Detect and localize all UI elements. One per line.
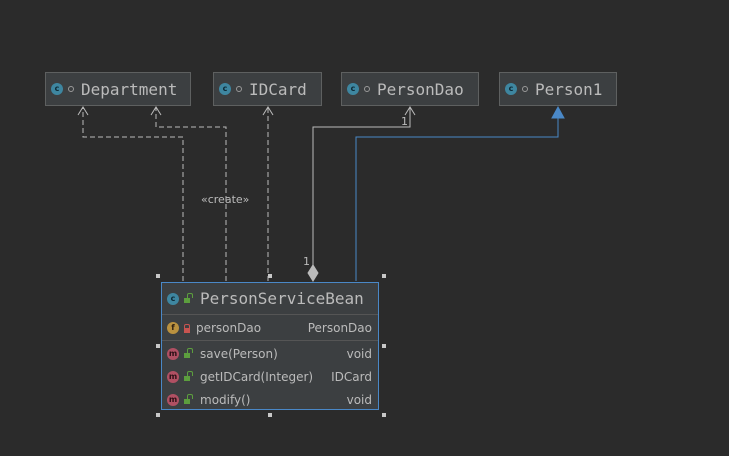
inheritance-arrowhead [551, 105, 565, 119]
create-stereotype-label: «create» [201, 193, 250, 206]
class-box-person1[interactable]: c Person1 [499, 72, 617, 106]
method-icon: m [167, 393, 179, 406]
dependency-line-department[interactable] [82, 107, 184, 281]
selection-handle-top-right[interactable] [382, 274, 386, 278]
class-box-department[interactable]: c Department [45, 72, 191, 106]
class-name: IDCard [249, 79, 307, 99]
package-visibility-icon [522, 86, 528, 92]
selection-handle-bottom[interactable] [268, 413, 272, 417]
multiplicity-label-target: 1 [401, 115, 408, 128]
class-name: Person1 [535, 79, 603, 99]
class-name: Department [81, 79, 178, 99]
class-name: PersonDao [377, 79, 464, 99]
class-icon: c [219, 83, 231, 95]
method-icon: m [167, 370, 179, 383]
method-row[interactable]: m save(Person) void [162, 342, 378, 365]
fields-section: f personDao PersonDao [162, 315, 378, 341]
multiplicity-label-source: 1 [303, 255, 310, 268]
selection-handle-top[interactable] [268, 274, 272, 278]
field-icon: f [167, 322, 179, 334]
composition-line-persondao[interactable] [312, 107, 411, 265]
selection-handle-top-left[interactable] [156, 274, 160, 278]
public-lock-icon [184, 399, 190, 404]
methods-section: m save(Person) void m getIDCard(Integer)… [162, 341, 378, 411]
public-lock-icon [184, 298, 190, 303]
selection-handle-bottom-left[interactable] [156, 413, 160, 417]
class-icon: c [347, 83, 359, 95]
field-name: personDao [196, 321, 262, 335]
class-icon: c [167, 292, 179, 305]
class-header: c PersonServiceBean [162, 283, 378, 315]
field-row[interactable]: f personDao PersonDao [162, 317, 378, 339]
class-icon: c [505, 83, 517, 95]
method-name: modify() [200, 392, 251, 407]
method-return-type: void [346, 392, 372, 407]
selection-handle-right[interactable] [382, 344, 386, 348]
method-name: getIDCard(Integer) [200, 369, 314, 384]
inheritance-line-person1[interactable] [355, 118, 559, 281]
method-row[interactable]: m modify() void [162, 388, 378, 411]
field-type: PersonDao [307, 321, 372, 335]
method-row[interactable]: m getIDCard(Integer) IDCard [162, 365, 378, 388]
package-visibility-icon [364, 86, 370, 92]
selection-handle-left[interactable] [156, 344, 160, 348]
uml-diagram-canvas[interactable]: c Department c IDCard c PersonDao c Pers… [0, 0, 729, 456]
package-visibility-icon [68, 86, 74, 92]
class-box-idcard[interactable]: c IDCard [213, 72, 322, 106]
method-icon: m [167, 347, 179, 360]
private-lock-icon [184, 323, 190, 333]
class-name: PersonServiceBean [200, 289, 364, 308]
public-lock-icon [184, 353, 190, 358]
method-return-type: void [346, 346, 372, 361]
method-return-type: IDCard [331, 369, 372, 384]
class-box-personservicebean[interactable]: c PersonServiceBean f personDao PersonDa… [161, 282, 379, 410]
class-icon: c [51, 83, 63, 95]
public-lock-icon [184, 376, 190, 381]
class-box-persondao[interactable]: c PersonDao [341, 72, 479, 106]
package-visibility-icon [236, 86, 242, 92]
method-name: save(Person) [200, 346, 278, 361]
selection-handle-bottom-right[interactable] [382, 413, 386, 417]
